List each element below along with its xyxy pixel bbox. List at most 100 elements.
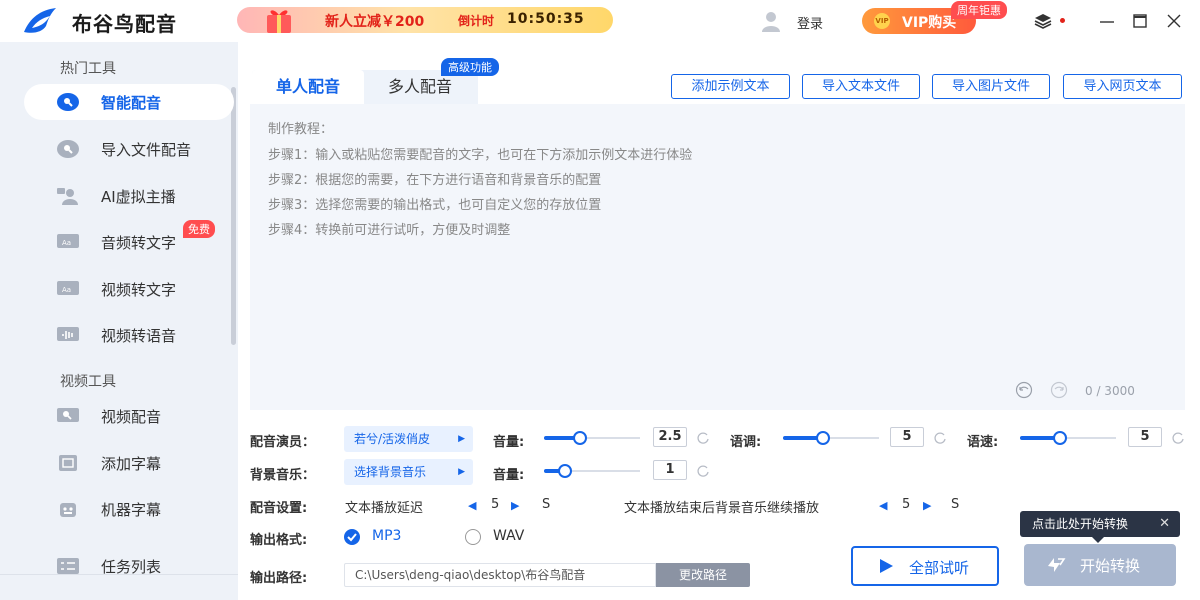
sidebar-item-audio-to-text[interactable]: Aa 音频转文字 [24, 224, 234, 260]
play-icon [880, 559, 893, 573]
output-path-field[interactable]: C:\Users\deng-qiao\desktop\布谷鸟配音 [344, 563, 656, 587]
tab-single-dubbing[interactable]: 单人配音 [252, 70, 364, 104]
delay-unit: S [542, 497, 551, 512]
sidebar-item-label: 音频转文字 [101, 234, 177, 252]
after-value[interactable]: 5 [902, 497, 910, 512]
sidebar-item-task-list[interactable]: 任务列表 [24, 548, 234, 584]
login-link[interactable]: 登录 [797, 13, 823, 32]
wav-label[interactable]: WAV [493, 528, 524, 544]
volume-label: 音量: [493, 435, 525, 450]
video-dub-icon [57, 408, 79, 422]
voice-label: 配音演员： [250, 435, 316, 450]
file-microphone-icon [57, 140, 79, 158]
sidebar-item-add-subtitle[interactable]: 添加字幕 [24, 445, 234, 481]
reset-icon[interactable] [696, 464, 710, 478]
check-icon [347, 533, 357, 542]
voice-select[interactable]: 若兮/活泼俏皮 ▶ [344, 426, 473, 452]
tutorial-step: 步骤2：根据您的需要，在下方进行语音和背景音乐的配置 [268, 173, 602, 188]
config-label: 配音设置: [250, 501, 308, 516]
preview-all-button[interactable]: 全部试听 [851, 546, 999, 586]
start-convert-button[interactable]: 开始转换 [1024, 544, 1176, 586]
sidebar-item-smart-dubbing[interactable]: 智能配音 [24, 84, 234, 120]
bgm-volume-value[interactable]: 1 [653, 460, 687, 480]
speed-value[interactable]: 5 [1128, 427, 1162, 447]
caret-right-icon: ▶ [458, 467, 465, 477]
maximize-icon[interactable] [1129, 10, 1151, 32]
sidebar-item-file-dubbing[interactable]: 导入文件配音 [24, 131, 234, 167]
slider-thumb[interactable] [573, 431, 588, 445]
add-sample-button[interactable]: 添加示例文本 [671, 74, 790, 99]
tutorial-step: 步骤4：转换前可进行试听，方便及时调整 [268, 223, 511, 238]
sidebar-item-video-to-audio[interactable]: 视频转语音 [24, 317, 234, 353]
robot-icon [60, 503, 76, 517]
after-unit: S [951, 497, 960, 512]
slider-thumb[interactable] [558, 464, 573, 478]
main-panel: 单人配音 多人配音 高级功能 添加示例文本 导入文本文件 导入图片文件 导入网页… [238, 42, 1200, 600]
close-icon[interactable] [1163, 10, 1185, 32]
delay-value[interactable]: 5 [491, 497, 499, 512]
vip-badge-icon: VIP [874, 13, 890, 29]
change-path-button[interactable]: 更改路径 [656, 563, 750, 587]
bgm-value: 选择背景音乐 [354, 465, 427, 479]
pitch-slider[interactable] [783, 431, 879, 445]
undo-icon[interactable] [1015, 381, 1033, 399]
slider-thumb[interactable] [1053, 431, 1068, 445]
sidebar-item-label: 机器字幕 [101, 501, 162, 519]
sidebar-item-video-to-text[interactable]: Aa 视频转文字 [24, 271, 234, 307]
user-avatar-icon[interactable] [759, 9, 783, 33]
delay-label: 文本播放延迟 [345, 501, 424, 516]
slider-thumb[interactable] [816, 431, 831, 445]
gift-icon [267, 10, 291, 33]
bgm-select[interactable]: 选择背景音乐 ▶ [344, 459, 473, 485]
tooltip-arrow [1092, 537, 1104, 543]
decrease-delay-icon[interactable]: ◀ [468, 499, 476, 512]
text-editor[interactable]: 制作教程： 步骤1：输入或粘贴您需要配音的文字，也可在下方添加示例文本进行体验 … [250, 104, 1185, 410]
convert-label: 开始转换 [1080, 557, 1141, 575]
wav-radio[interactable] [465, 529, 481, 545]
redo-icon[interactable] [1050, 381, 1068, 399]
preview-label: 全部试听 [909, 559, 970, 577]
increase-after-icon[interactable]: ▶ [923, 499, 931, 512]
import-web-button[interactable]: 导入网页文本 [1063, 74, 1182, 99]
sidebar: 热门工具 智能配音 导入文件配音 AI虚拟主播 免费 Aa 音频转文字 Aa 视… [0, 42, 238, 600]
mp3-radio[interactable] [344, 529, 360, 545]
decrease-after-icon[interactable]: ◀ [879, 499, 887, 512]
sidebar-item-label: 任务列表 [101, 558, 162, 576]
video-text-icon: Aa [57, 281, 79, 295]
subtitle-icon [59, 455, 77, 471]
sidebar-item-label: AI虚拟主播 [101, 188, 176, 206]
promo-banner[interactable]: 新人立减￥200 倒计时 10:50:35 [237, 7, 613, 33]
tooltip-close-icon[interactable]: ✕ [1159, 511, 1170, 537]
sidebar-item-machine-subtitle[interactable]: 机器字幕 [24, 491, 234, 527]
speed-slider[interactable] [1020, 431, 1116, 445]
bgm-volume-label: 音量: [493, 468, 525, 483]
import-image-button[interactable]: 导入图片文件 [932, 74, 1050, 99]
reset-icon[interactable] [933, 431, 947, 445]
sidebar-item-video-dubbing[interactable]: 视频配音 [24, 398, 234, 434]
sidebar-item-label: 添加字幕 [101, 455, 162, 473]
sidebar-scrollbar[interactable] [231, 87, 236, 345]
audio-text-icon: Aa [57, 234, 79, 248]
sidebar-item-ai-anchor[interactable]: AI虚拟主播 [24, 178, 234, 214]
after-label: 文本播放结束后背景音乐继续播放 [624, 501, 820, 516]
reset-icon[interactable] [696, 431, 710, 445]
minimize-icon[interactable] [1096, 10, 1118, 32]
reset-icon[interactable] [1171, 431, 1185, 445]
voice-volume-value[interactable]: 2.5 [653, 427, 687, 447]
mp3-label[interactable]: MP3 [372, 528, 401, 544]
app-title: 布谷鸟配音 [72, 12, 177, 36]
advanced-badge: 高级功能 [441, 58, 499, 76]
layers-icon[interactable] [1034, 12, 1052, 30]
countdown-timer: 10:50:35 [507, 11, 585, 27]
voice-volume-slider[interactable] [544, 431, 640, 445]
tutorial-step: 步骤1：输入或粘贴您需要配音的文字，也可在下方添加示例文本进行体验 [268, 148, 693, 163]
promo-text: 新人立减￥200 [325, 14, 425, 30]
increase-delay-icon[interactable]: ▶ [511, 499, 519, 512]
path-label: 输出路径: [250, 571, 308, 586]
import-text-button[interactable]: 导入文本文件 [802, 74, 920, 99]
speed-label: 语速: [967, 435, 999, 450]
pitch-value[interactable]: 5 [890, 427, 924, 447]
tooltip-text: 点击此处开始转换 [1032, 517, 1129, 531]
bgm-volume-slider[interactable] [544, 464, 640, 478]
tutorial-step: 步骤3：选择您需要的输出格式，也可自定义您的存放位置 [268, 198, 602, 213]
